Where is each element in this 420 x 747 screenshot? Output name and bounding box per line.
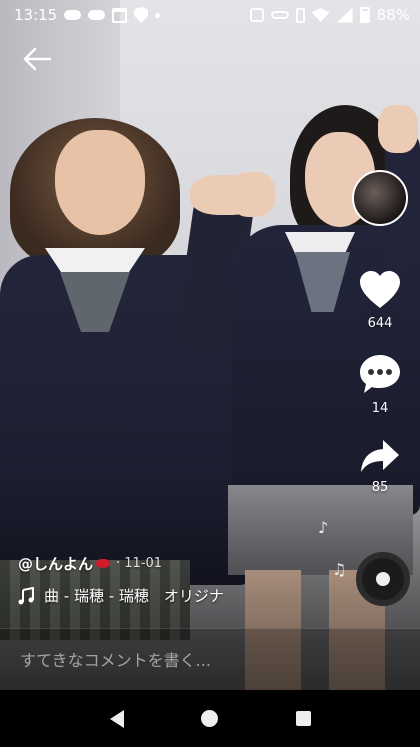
wifi-icon	[311, 8, 330, 22]
username-link[interactable]: @しんよん	[18, 553, 93, 574]
floating-note-icon: ♪	[318, 518, 329, 537]
hand	[378, 105, 418, 153]
share-count: 85	[371, 480, 389, 495]
caption-user-line: @しんよん · 11-01	[18, 553, 162, 574]
link-icon	[270, 11, 289, 19]
circle-home-icon	[201, 710, 219, 727]
music-note-icon	[18, 586, 34, 604]
music-line[interactable]: 曲 - 瑞穂 - 瑞穂 オリジナ	[18, 585, 264, 606]
calendar-icon	[112, 7, 128, 23]
shield-check-icon	[134, 7, 149, 23]
person-left-face	[55, 130, 145, 235]
nav-recents-button[interactable]	[288, 704, 318, 734]
status-right: 88%	[249, 6, 410, 24]
post-date: · 11-01	[116, 556, 163, 571]
floating-note-icon: ♫	[332, 560, 347, 579]
triangle-back-icon	[109, 709, 124, 728]
signal-icon	[336, 7, 353, 23]
status-time: 13:15	[14, 6, 58, 24]
comment-count: 14	[371, 401, 389, 416]
nfc-icon	[249, 8, 264, 22]
comment-bubble-icon	[360, 355, 400, 393]
status-bar: 13:15 88%	[0, 0, 420, 30]
square-recents-icon	[295, 711, 311, 726]
share-arrow-icon	[361, 440, 399, 472]
comment-button[interactable]: 14	[358, 353, 402, 416]
hand	[230, 172, 275, 217]
music-title: 曲 - 瑞穂 - 瑞穂 オリジナ	[44, 587, 224, 605]
like-button[interactable]: 644	[358, 270, 402, 331]
nav-home-button[interactable]	[195, 704, 225, 734]
status-left: 13:15	[14, 6, 161, 24]
disc-center	[376, 572, 390, 586]
vibrate-icon	[295, 7, 305, 23]
music-disc-button[interactable]	[356, 552, 410, 606]
like-count: 644	[367, 316, 393, 331]
creator-avatar[interactable]	[352, 170, 408, 226]
action-rail: 644 14 85	[340, 170, 420, 517]
lips-emoji-icon	[96, 559, 111, 568]
cloud-icon	[88, 10, 106, 20]
battery-percent: 88%	[376, 6, 410, 24]
cloud-icon	[64, 10, 82, 20]
comment-input[interactable]	[20, 647, 400, 673]
nav-back-button[interactable]	[102, 704, 132, 734]
battery-icon	[359, 7, 370, 23]
share-button[interactable]: 85	[359, 438, 401, 495]
back-arrow-icon	[23, 47, 52, 71]
comment-bar	[0, 628, 420, 690]
dot-icon	[155, 12, 161, 18]
system-nav-bar	[0, 690, 420, 747]
heart-icon	[360, 271, 400, 308]
back-button[interactable]	[20, 44, 54, 74]
